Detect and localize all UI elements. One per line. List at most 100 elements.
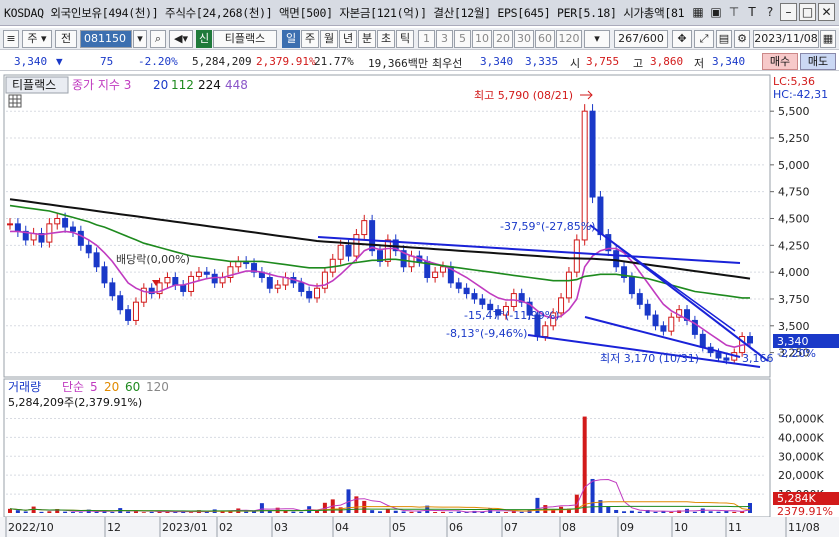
chart-svg[interactable]: 티플랙스 종가 지수 3 20 112 224 448 LC:5,36 HC:-… <box>0 73 839 537</box>
help-icon[interactable]: ? <box>762 3 778 21</box>
volume-bar <box>590 478 595 513</box>
volume-bar <box>378 511 382 513</box>
volume-bar <box>614 509 619 513</box>
volume-bar <box>189 512 194 513</box>
open-value: 3,755 <box>586 55 620 68</box>
chart-tab-name[interactable]: 티플랙스 <box>12 78 56 92</box>
minimize-icon[interactable]: – <box>780 3 797 21</box>
volume-bar <box>692 511 697 513</box>
code-input[interactable]: 081150 <box>80 30 132 48</box>
code-dropdown-icon[interactable]: ▾ <box>133 30 147 48</box>
x-tick-label: 11/08 <box>788 521 820 534</box>
candle-body <box>235 260 242 268</box>
interval-3[interactable]: 3 <box>436 30 453 48</box>
volume-bar <box>259 503 264 513</box>
volume-bar <box>456 511 461 513</box>
x-tick-label: 03 <box>274 521 288 534</box>
candle-body <box>62 217 69 228</box>
candle-body <box>337 244 344 260</box>
interval-5[interactable]: 5 <box>454 30 471 48</box>
volume-bar <box>393 510 398 513</box>
volume-bar <box>661 511 666 513</box>
sell-button[interactable]: 매도 <box>800 53 836 70</box>
date-field[interactable]: 2023/11/08 <box>753 30 819 48</box>
buy-button[interactable]: 매수 <box>762 53 798 70</box>
candle-body <box>652 314 659 327</box>
volume-bar <box>94 511 99 513</box>
volume-legend-label: 거래량 <box>8 380 41 394</box>
x-tick-label: 02 <box>219 521 233 534</box>
interval-120[interactable]: 120 <box>556 30 582 48</box>
zoom-icon[interactable]: ✥ <box>672 30 692 48</box>
period-tick[interactable]: 틱 <box>396 30 414 48</box>
change-value: 75 <box>100 55 114 68</box>
volume-bar <box>732 511 737 513</box>
text-icon[interactable]: T <box>744 3 760 21</box>
volume-bar <box>133 511 138 513</box>
volume-bar <box>63 511 68 513</box>
candle-body <box>384 239 391 262</box>
best-bid: 3,335 <box>525 55 559 68</box>
close-icon[interactable]: ✕ <box>818 3 835 21</box>
volume-bar <box>496 511 501 513</box>
period-week[interactable]: 주 <box>301 30 319 48</box>
period-minute[interactable]: 분 <box>358 30 376 48</box>
interval-30[interactable]: 30 <box>514 30 534 48</box>
volume-bar <box>291 511 296 513</box>
change-rate: -2.20% <box>138 55 178 68</box>
volume-rate: 2,379.91% <box>256 55 316 68</box>
period-second[interactable]: 초 <box>377 30 395 48</box>
restore-icon[interactable]: □ <box>799 3 816 21</box>
volume-bar <box>448 512 453 513</box>
grid-icon[interactable]: ▦ <box>690 3 706 21</box>
trend3-label: -8,13°(-9,46%) <box>446 327 527 340</box>
draw-icon[interactable]: ⤢ <box>694 30 714 48</box>
period-day[interactable]: 일 <box>282 30 300 48</box>
price-tick-label: 4,000 <box>778 266 810 279</box>
volume-bar <box>149 511 154 513</box>
interval-1[interactable]: 1 <box>418 30 435 48</box>
candle-body <box>573 239 580 273</box>
legend-ma112: 112 <box>171 78 194 92</box>
high-value: 3,860 <box>650 55 684 68</box>
table-icon[interactable] <box>8 94 22 108</box>
current-volume-tag: 5,284K <box>777 492 816 505</box>
chart-area[interactable]: 티플랙스 종가 지수 3 20 112 224 448 LC:5,36 HC:-… <box>0 73 839 537</box>
sound-icon[interactable]: ◀▾ <box>169 30 193 48</box>
stock-info-text: KOSDAQ 외국인보유[494(천)] 주식수[24,268(천)] 액면[5… <box>4 6 685 20</box>
period-year[interactable]: 년 <box>339 30 357 48</box>
volume-legend-ma120: 120 <box>146 380 169 394</box>
menu-icon[interactable]: ≡ <box>3 30 19 48</box>
candle-body <box>14 223 21 232</box>
type-select[interactable]: 주 ▾ <box>22 30 52 48</box>
interval-20[interactable]: 20 <box>493 30 513 48</box>
candle-body <box>101 266 108 284</box>
calendar-icon[interactable]: ▦ <box>820 30 836 48</box>
volume-bar <box>629 510 634 513</box>
volume-bar <box>519 511 524 513</box>
volume-tick-label: 50,000K <box>778 412 824 425</box>
interval-10[interactable]: 10 <box>472 30 492 48</box>
volume-bar <box>78 512 83 513</box>
settings-icon[interactable]: ⚙ <box>734 30 750 48</box>
search-icon[interactable]: ⌕ <box>150 30 166 48</box>
copy-icon[interactable]: ▣ <box>708 3 724 21</box>
period-month[interactable]: 월 <box>320 30 338 48</box>
pin-icon[interactable]: ⊤ <box>726 3 742 21</box>
candle-body <box>93 252 100 268</box>
candle-body <box>345 244 352 257</box>
interval-60[interactable]: 60 <box>535 30 555 48</box>
best-ask: 3,340 <box>480 55 514 68</box>
price-tick-label: 5,000 <box>778 159 810 172</box>
quote-bar: 3,340 ▼ 75 -2.20% 5,284,209 2,379.91% 21… <box>0 53 839 71</box>
candle-body <box>747 336 753 344</box>
x-tick-label: 07 <box>504 521 518 534</box>
volume-bar <box>606 506 611 513</box>
current-price: 3,340 <box>14 55 48 68</box>
x-axis: 2022/10 12 2023/01 02 03 04 05 06 07 08 09 10 11 11/0… <box>0 517 839 537</box>
interval-dropdown[interactable]: ▾ <box>584 30 610 48</box>
volume-bar <box>582 416 587 513</box>
prev-button[interactable]: 전 <box>55 30 77 48</box>
turnover-rate: 21.77% <box>314 55 354 68</box>
save-icon[interactable]: ▤ <box>716 30 732 48</box>
